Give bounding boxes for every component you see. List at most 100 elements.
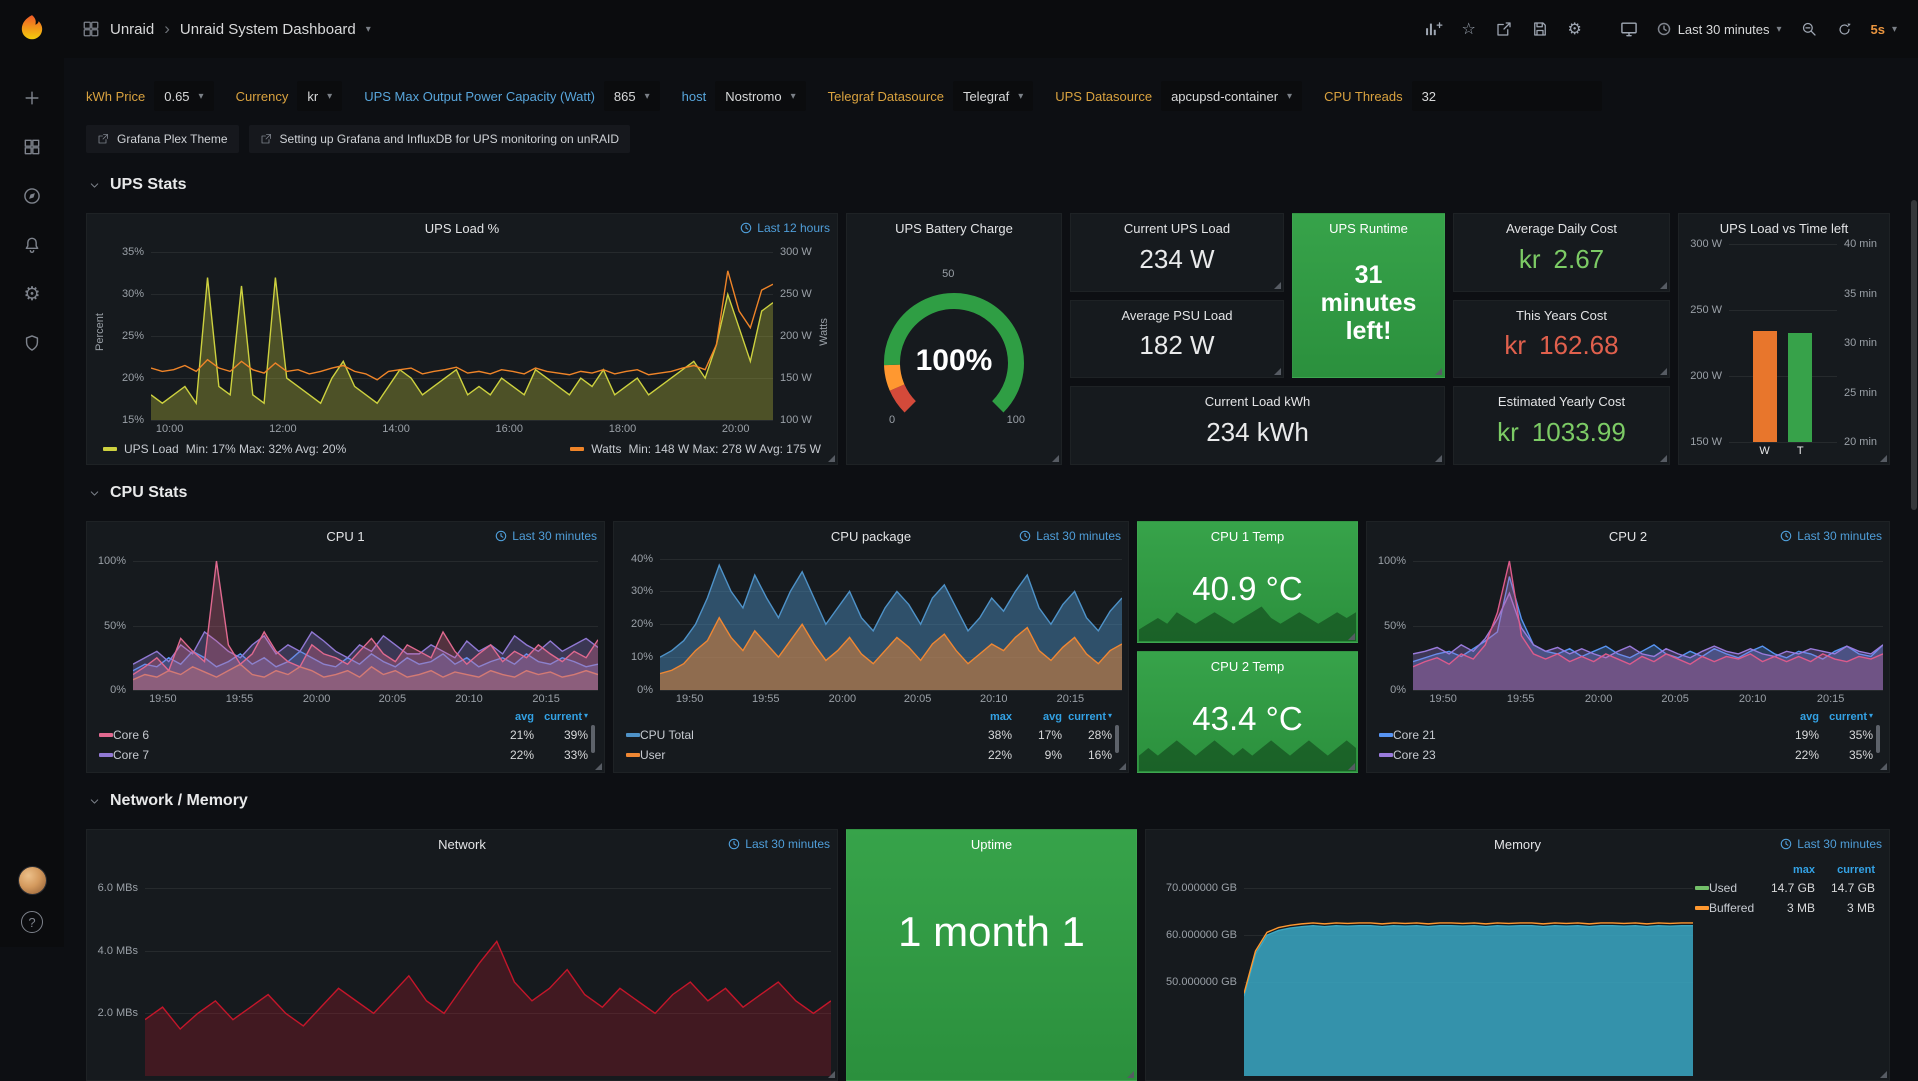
panel-header[interactable]: CPU package Last 30 minutes (614, 522, 1128, 550)
legend-row[interactable]: Core 7 22% 33% (99, 745, 588, 765)
server-admin-shield-icon[interactable] (21, 332, 43, 354)
legend-scrollbar[interactable] (591, 725, 595, 753)
save-dashboard-button[interactable] (1524, 14, 1556, 44)
panel-header[interactable]: Network Last 30 minutes (87, 830, 837, 858)
star-dashboard-button[interactable]: ☆ (1454, 14, 1484, 44)
panel-resize-handle[interactable] (1435, 368, 1442, 375)
panel-average-daily-cost[interactable]: Average Daily Cost kr2.67 (1453, 213, 1670, 292)
legend-item-ups-load[interactable]: UPS Load Min: 17% Max: 32% Avg: 20% (103, 442, 346, 456)
dashboard-link[interactable]: Grafana Plex Theme (86, 125, 239, 153)
panel-header[interactable]: CPU 2 Last 30 minutes (1367, 522, 1889, 550)
legend-row[interactable]: User 22% 9% 16% (626, 745, 1112, 765)
variable-value-input[interactable]: 32 (1412, 81, 1602, 111)
legend-sort-header[interactable]: max (962, 711, 1012, 723)
chart-plot[interactable] (660, 552, 1122, 690)
panel-resize-handle[interactable] (1274, 282, 1281, 289)
alerting-bell-icon[interactable] (21, 234, 43, 256)
panel-header[interactable]: Memory Last 30 minutes (1146, 830, 1889, 858)
share-dashboard-button[interactable] (1488, 14, 1520, 44)
legend-row[interactable]: Core 6 21% 39% (99, 725, 588, 745)
legend-sort-header[interactable]: current▾ (534, 711, 588, 723)
panel-average-psu-load[interactable]: Average PSU Load 182 W (1070, 300, 1284, 379)
dashboard-link[interactable]: Setting up Grafana and InfluxDB for UPS … (249, 125, 631, 153)
chart-plot[interactable] (1244, 860, 1693, 1076)
panel-resize-handle[interactable] (828, 1071, 835, 1078)
panel-resize-handle[interactable] (1127, 1071, 1134, 1078)
zoom-out-button[interactable] (1793, 14, 1825, 44)
create-plus-icon[interactable] (21, 87, 43, 109)
legend-scrollbar[interactable] (1115, 725, 1119, 753)
panel-resize-handle[interactable] (1660, 368, 1667, 375)
breadcrumb-dashboard-title[interactable]: Unraid System Dashboard (180, 21, 356, 38)
variable-value-dropdown[interactable]: 865▾ (604, 81, 660, 111)
chart-plot[interactable] (1729, 244, 1837, 442)
variable-value-dropdown[interactable]: 0.65▾ (154, 81, 213, 111)
legend-sort-header[interactable]: max (1755, 864, 1815, 876)
dashboard-dropdown-caret-icon[interactable]: ▾ (366, 24, 371, 35)
refresh-interval-picker[interactable]: 5s ▾ (1864, 14, 1905, 44)
dashboards-icon[interactable] (21, 136, 43, 158)
panel-resize-handle[interactable] (1880, 455, 1887, 462)
panel-resize-handle[interactable] (1660, 455, 1667, 462)
time-range-picker[interactable]: Last 30 minutes ▾ (1650, 14, 1789, 44)
dashboard-settings-button[interactable]: ⚙ (1560, 14, 1590, 44)
panel-resize-handle[interactable] (1660, 282, 1667, 289)
grafana-logo[interactable] (17, 13, 47, 43)
legend-item-watts[interactable]: Watts Min: 148 W Max: 278 W Avg: 175 W (570, 442, 821, 456)
panel-resize-handle[interactable] (1119, 763, 1126, 770)
section-header-cpu-stats[interactable]: CPU Stats (86, 478, 1890, 508)
variable-value-dropdown[interactable]: apcupsd-container▾ (1161, 81, 1302, 111)
panel-cpu-2-temp[interactable]: CPU 2 Temp 43.4 °C (1137, 651, 1358, 773)
legend-sort-header[interactable]: avg (480, 711, 534, 723)
section-header-ups-stats[interactable]: UPS Stats (86, 170, 1890, 200)
legend-sort-header[interactable]: current▾ (1819, 711, 1873, 723)
panel-resize-handle[interactable] (595, 763, 602, 770)
panel-resize-handle[interactable] (828, 455, 835, 462)
panel-resize-handle[interactable] (1348, 633, 1355, 640)
breadcrumb-org[interactable]: Unraid (110, 21, 154, 38)
panel-header[interactable]: CPU 1 Last 30 minutes (87, 522, 604, 550)
panel-header[interactable]: UPS Load % Last 12 hours (87, 214, 837, 242)
legend-row[interactable]: Core 21 19% 35% (1379, 725, 1873, 745)
legend-sort-header[interactable]: current▾ (1062, 711, 1112, 723)
legend-scrollbar[interactable] (1876, 725, 1880, 753)
panel-resize-handle[interactable] (1052, 455, 1059, 462)
chart-plot[interactable] (145, 860, 831, 1076)
user-avatar[interactable] (19, 867, 46, 894)
legend-row[interactable]: Buffered 3 MB 3 MB (1695, 898, 1875, 918)
panel-header[interactable]: UPS Battery Charge (847, 214, 1061, 242)
panel-resize-handle[interactable] (1274, 368, 1281, 375)
explore-compass-icon[interactable] (21, 185, 43, 207)
legend-row[interactable]: Core 23 22% 35% (1379, 745, 1873, 765)
legend-sort-header[interactable]: avg (1012, 711, 1062, 723)
panel-resize-handle[interactable] (1880, 763, 1887, 770)
panel-resize-handle[interactable] (1435, 455, 1442, 462)
panel-cpu-1-temp[interactable]: CPU 1 Temp 40.9 °C (1137, 521, 1358, 643)
legend-row[interactable]: CPU Total 38% 17% 28% (626, 725, 1112, 745)
chart-plot[interactable] (1413, 552, 1883, 690)
help-icon[interactable]: ? (21, 911, 43, 933)
page-scrollbar[interactable] (1911, 200, 1917, 510)
legend-sort-header[interactable]: current (1815, 864, 1875, 876)
panel-this-years-cost[interactable]: This Years Cost kr162.68 (1453, 300, 1670, 379)
section-header-network-memory[interactable]: Network / Memory (86, 786, 1890, 816)
panel-ups-runtime[interactable]: UPS Runtime 31 minutes left! (1292, 213, 1445, 378)
configuration-gear-icon[interactable]: ⚙ (21, 283, 43, 305)
battery-gauge[interactable]: 100%050100 (859, 268, 1049, 444)
chart-plot[interactable] (133, 552, 598, 690)
legend-row[interactable]: Used 14.7 GB 14.7 GB (1695, 878, 1875, 898)
add-panel-button[interactable] (1416, 14, 1450, 44)
variable-value-dropdown[interactable]: Telegraf▾ (953, 81, 1033, 111)
cycle-view-monitor-icon[interactable] (1612, 14, 1646, 44)
apps-grid-icon[interactable] (82, 20, 100, 38)
variable-value-dropdown[interactable]: kr▾ (297, 81, 342, 111)
panel-resize-handle[interactable] (1348, 763, 1355, 770)
panel-uptime[interactable]: Uptime 1 month 1 (846, 829, 1137, 1081)
panel-estimated-yearly-cost[interactable]: Estimated Yearly Cost kr1033.99 (1453, 386, 1670, 465)
refresh-button[interactable] (1829, 14, 1860, 44)
panel-current-ups-load[interactable]: Current UPS Load 234 W (1070, 213, 1284, 292)
chart-plot[interactable] (151, 244, 773, 420)
panel-resize-handle[interactable] (1880, 1071, 1887, 1078)
variable-value-dropdown[interactable]: Nostromo▾ (715, 81, 805, 111)
panel-current-load-kwh[interactable]: Current Load kWh 234 kWh (1070, 386, 1445, 465)
